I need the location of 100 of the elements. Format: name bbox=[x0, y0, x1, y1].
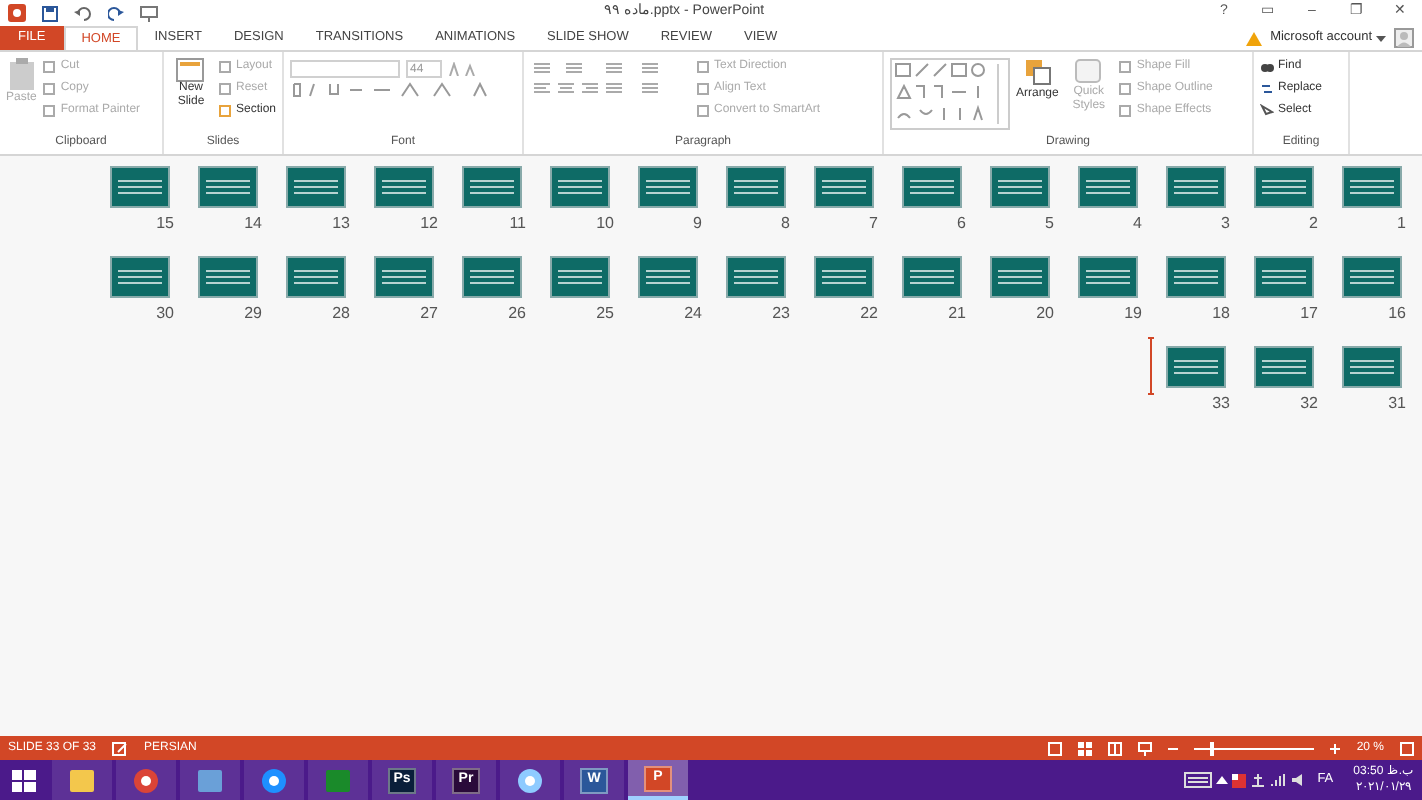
slide-number: 7 bbox=[869, 214, 878, 234]
normal-view-icon[interactable] bbox=[1048, 741, 1063, 755]
slide-thumbnail[interactable] bbox=[1166, 346, 1226, 388]
slide-thumbnail[interactable] bbox=[990, 256, 1050, 298]
slide-number: 2 bbox=[1309, 214, 1318, 234]
slide-thumbnail[interactable] bbox=[1342, 166, 1402, 208]
slide-number: 32 bbox=[1300, 394, 1318, 414]
slide-thumbnail[interactable] bbox=[374, 256, 434, 298]
slide-number: 15 bbox=[156, 214, 174, 234]
network-icon[interactable] bbox=[1249, 772, 1266, 788]
slide-thumbnail[interactable] bbox=[1254, 166, 1314, 208]
slide-thumbnail[interactable] bbox=[374, 166, 434, 208]
slide-number: 23 bbox=[772, 304, 790, 324]
slide-thumbnail[interactable] bbox=[638, 256, 698, 298]
taskbar-button[interactable] bbox=[244, 760, 304, 800]
slide-thumbnail[interactable] bbox=[286, 166, 346, 208]
slide-number: 29 bbox=[244, 304, 262, 324]
slide-thumbnail[interactable] bbox=[726, 166, 786, 208]
slide-thumbnail[interactable] bbox=[550, 166, 610, 208]
slide-thumbnail[interactable] bbox=[462, 256, 522, 298]
slide-number: 5 bbox=[1045, 214, 1054, 234]
slide-thumbnail[interactable] bbox=[550, 256, 610, 298]
fit-window-icon[interactable] bbox=[1400, 741, 1414, 755]
slide-number: 20 bbox=[1036, 304, 1054, 324]
quick-styles-icon bbox=[1074, 58, 1103, 86]
folder-icon bbox=[68, 767, 96, 793]
slide-thumbnail[interactable] bbox=[198, 166, 258, 208]
slide-number: 11 bbox=[509, 214, 526, 234]
taskbar-button[interactable] bbox=[500, 760, 560, 800]
avatar-icon bbox=[1394, 28, 1414, 48]
arrange-icon bbox=[1023, 58, 1052, 86]
slide-number: 12 bbox=[420, 214, 438, 234]
slide-thumbnail[interactable] bbox=[814, 166, 874, 208]
slide-number: 27 bbox=[420, 304, 438, 324]
slide-number: 3 bbox=[1221, 214, 1230, 234]
reading-view-icon[interactable] bbox=[1108, 741, 1123, 755]
slide-number: 26 bbox=[508, 304, 526, 324]
slide-thumbnail[interactable] bbox=[462, 166, 522, 208]
zoom-in-icon[interactable] bbox=[1330, 743, 1341, 753]
slide-thumbnail[interactable] bbox=[110, 256, 170, 298]
slide-number: 8 bbox=[781, 214, 790, 234]
slide-number: 33 bbox=[1212, 394, 1230, 414]
slide-number: 14 bbox=[244, 214, 262, 234]
shapes-gallery-icon bbox=[890, 58, 1010, 130]
slide-thumbnail[interactable] bbox=[1166, 256, 1226, 298]
slide-number: 19 bbox=[1124, 304, 1142, 324]
tray-expand-icon[interactable] bbox=[1215, 776, 1228, 784]
slide-thumbnail[interactable] bbox=[990, 166, 1050, 208]
font-name-field[interactable] bbox=[290, 60, 400, 78]
flag-icon[interactable] bbox=[1231, 773, 1246, 787]
slide-thumbnail[interactable] bbox=[1254, 256, 1314, 298]
slide-thumbnail[interactable] bbox=[726, 256, 786, 298]
slide-thumbnail[interactable] bbox=[814, 256, 874, 298]
slide-number: 6 bbox=[957, 214, 966, 234]
slide-thumbnail[interactable] bbox=[1166, 166, 1226, 208]
notes-edit-icon[interactable] bbox=[112, 741, 129, 755]
slide-number: 4 bbox=[1133, 214, 1142, 234]
zoom-out-icon[interactable] bbox=[1168, 743, 1179, 753]
slide-thumbnail[interactable] bbox=[110, 166, 170, 208]
slide-thumbnail[interactable] bbox=[1342, 346, 1402, 388]
caret-icon bbox=[1376, 35, 1386, 41]
slide-thumbnail[interactable] bbox=[902, 256, 962, 298]
signal-icon[interactable] bbox=[1269, 772, 1286, 788]
slide-number: 30 bbox=[156, 304, 174, 324]
slide-number: 31 bbox=[1388, 394, 1406, 414]
slide-thumbnail[interactable] bbox=[198, 256, 258, 298]
calculator-icon bbox=[324, 767, 352, 793]
slide-number: 25 bbox=[596, 304, 614, 324]
slide-number: 28 bbox=[332, 304, 350, 324]
slideshow-icon[interactable] bbox=[1138, 741, 1153, 755]
redo-icon[interactable] bbox=[108, 5, 124, 21]
binoculars-icon bbox=[1260, 60, 1274, 74]
taskbar-button[interactable] bbox=[116, 760, 176, 800]
cursor-icon bbox=[1260, 104, 1274, 118]
slide-number: 24 bbox=[684, 304, 702, 324]
slide-thumbnail[interactable] bbox=[902, 166, 962, 208]
slide-number: 16 bbox=[1388, 304, 1406, 324]
keyboard-icon[interactable] bbox=[1183, 772, 1212, 788]
slide-thumbnail[interactable] bbox=[638, 166, 698, 208]
clipboard-icon bbox=[7, 58, 36, 90]
slide-thumbnail[interactable] bbox=[1078, 166, 1138, 208]
taskbar-button[interactable] bbox=[52, 760, 112, 800]
presentation-icon[interactable] bbox=[140, 5, 158, 21]
slide-thumbnail[interactable] bbox=[1078, 256, 1138, 298]
insertion-cursor-icon bbox=[1146, 336, 1156, 396]
undo-icon[interactable] bbox=[74, 5, 92, 21]
speaker-icon[interactable] bbox=[1289, 772, 1306, 788]
slide-number: 1 bbox=[1397, 214, 1406, 234]
slide-sorter-icon[interactable] bbox=[1078, 741, 1093, 755]
replace-icon bbox=[1260, 82, 1274, 96]
slide-thumbnail[interactable] bbox=[286, 256, 346, 298]
slide-thumbnail[interactable] bbox=[1254, 346, 1314, 388]
slide-number: 21 bbox=[948, 304, 966, 324]
slide-thumbnail[interactable] bbox=[1342, 256, 1402, 298]
warning-icon bbox=[1246, 31, 1263, 45]
slide-number: 13 bbox=[332, 214, 350, 234]
save-icon[interactable] bbox=[42, 5, 58, 21]
grow-font-icon bbox=[448, 62, 480, 76]
chat-bubble-icon bbox=[516, 767, 544, 793]
share-icon bbox=[260, 767, 288, 793]
